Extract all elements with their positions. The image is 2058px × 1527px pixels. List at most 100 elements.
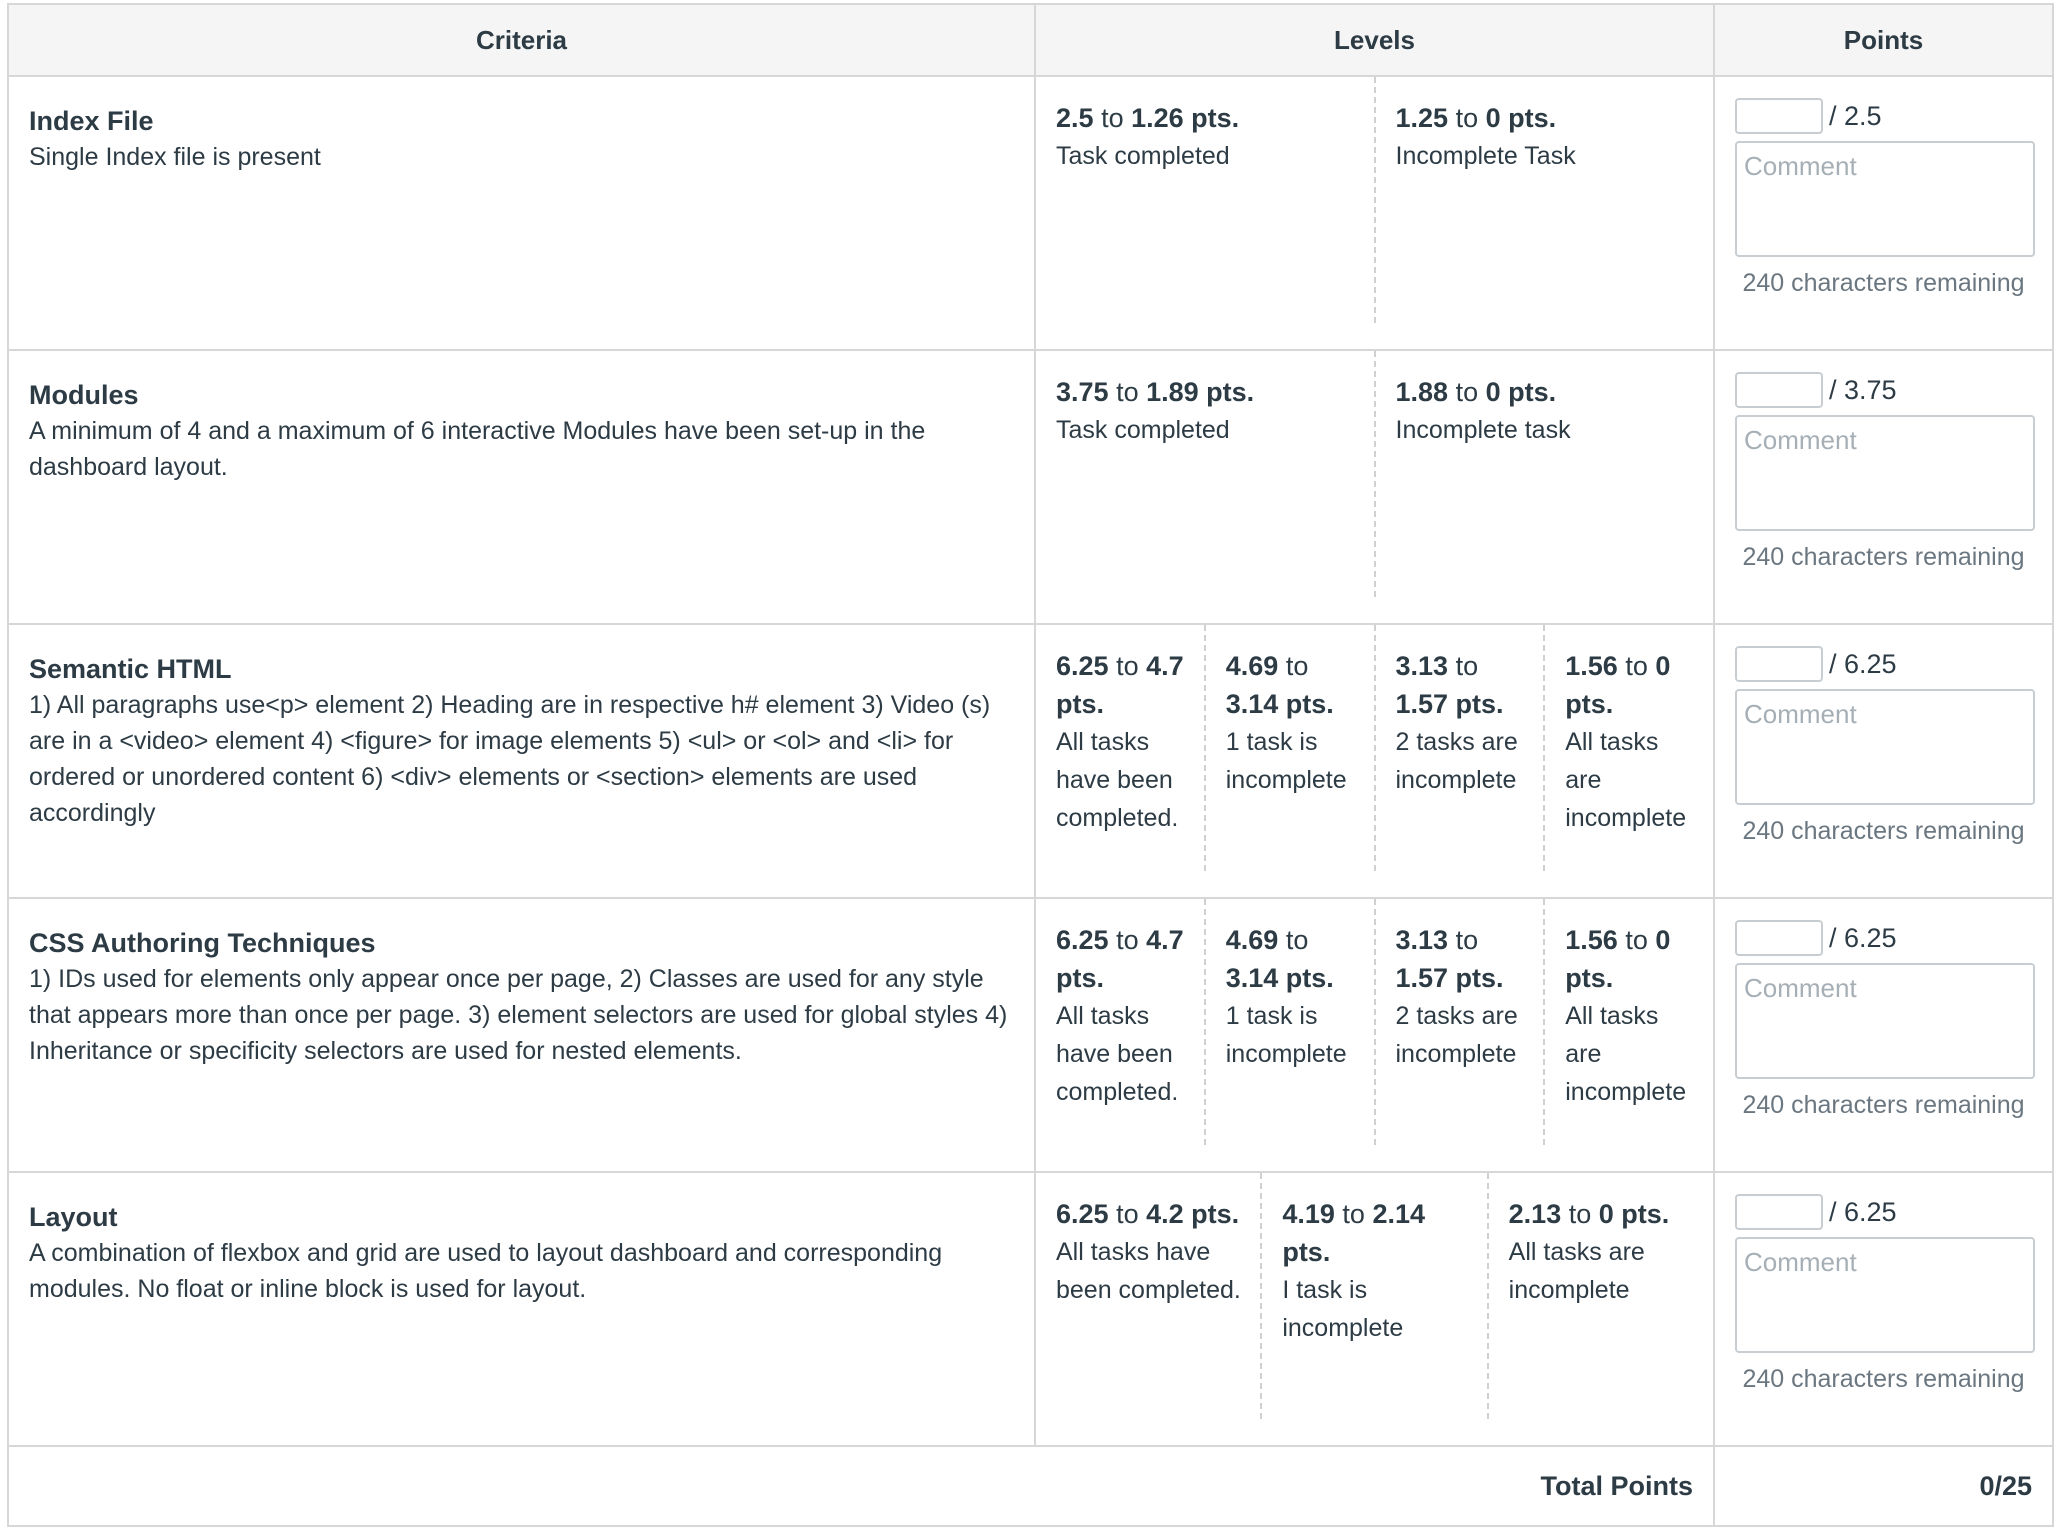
score-max-label: / 3.75 <box>1829 374 1897 405</box>
level-points-range: 3.13 to 1.57 pts. <box>1396 647 1532 723</box>
levels-cell: 6.25 to 4.2 pts. All tasks have been comp… <box>1034 1171 1715 1447</box>
points-header: Points <box>1713 3 2054 77</box>
level-points-to-word: to <box>1285 651 1309 681</box>
criterion-name: Index File <box>29 106 154 136</box>
criteria-header: Criteria <box>7 3 1036 77</box>
level-rating[interactable]: 6.25 to 4.2 pts. All tasks have been comp… <box>1036 1173 1260 1419</box>
level-description: Task completed <box>1056 416 1230 444</box>
score-input[interactable] <box>1735 372 1823 408</box>
level-description: Incomplete task <box>1395 416 1571 444</box>
criterion-row: Index File Single Index file is present 2.… <box>7 75 2054 351</box>
level-points-from: 1.88 <box>1395 377 1449 407</box>
level-description: 2 tasks are incomplete <box>1395 1002 1518 1068</box>
level-points-range: 2.5 to 1.26 pts. <box>1056 99 1362 137</box>
level-points-from: 1.56 <box>1565 925 1618 955</box>
level-points-range: 1.88 to 0 pts. <box>1396 373 1702 411</box>
score-row: / 2.5 <box>1735 95 2032 137</box>
level-points-from: 3.13 <box>1395 651 1449 681</box>
level-points-from: 4.69 <box>1225 651 1279 681</box>
footer-clipped-text <box>2016 1406 2022 1416</box>
level-points-to: 0 pts. <box>1485 377 1557 407</box>
level-points-from: 4.69 <box>1225 925 1279 955</box>
score-input[interactable] <box>1735 1194 1823 1230</box>
comment-textarea[interactable] <box>1735 963 2035 1079</box>
criterion-name: Semantic HTML <box>29 654 232 684</box>
score-input[interactable] <box>1735 98 1823 134</box>
characters-remaining: 240 characters remaining <box>1742 543 2025 571</box>
score-row: / 6.25 <box>1735 1191 2032 1233</box>
comment-textarea[interactable] <box>1735 415 2035 531</box>
criterion-description: A minimum of 4 and a maximum of 6 intera… <box>29 417 926 481</box>
comment-textarea[interactable] <box>1735 1237 2035 1353</box>
characters-remaining: 240 characters remaining <box>1742 269 2025 297</box>
criterion-cell: Index File Single Index file is present <box>7 75 1036 351</box>
criterion-cell: Layout A combination of flexbox and grid … <box>7 1171 1036 1447</box>
score-max-label: / 2.5 <box>1829 100 1882 131</box>
level-points-to: 0 pts. <box>1485 103 1557 133</box>
total-points-value: 0/25 <box>1713 1445 2054 1527</box>
level-rating[interactable]: 2.13 to 0 pts. All tasks are incomplete <box>1486 1173 1713 1419</box>
level-points-to: 1.57 pts. <box>1395 689 1504 719</box>
level-ratings: 6.25 to 4.7 pts. All tasks have been comp… <box>1036 625 1713 871</box>
level-points-range: 3.75 to 1.89 pts. <box>1056 373 1362 411</box>
level-points-to-word: to <box>1455 103 1479 133</box>
criterion-name: Layout <box>29 1202 118 1232</box>
level-rating[interactable]: 3.13 to 1.57 pts. 2 tasks are incomplete <box>1373 625 1544 871</box>
score-input[interactable] <box>1735 646 1823 682</box>
comment-textarea[interactable] <box>1735 689 2035 805</box>
total-points-row: Total Points 0/25 <box>7 1445 2054 1527</box>
level-points-from: 1.56 <box>1565 651 1618 681</box>
comment-textarea[interactable] <box>1735 141 2035 257</box>
characters-remaining: 240 characters remaining <box>1742 1091 2025 1119</box>
level-rating[interactable]: 6.25 to 4.7 pts. All tasks have been comp… <box>1036 625 1204 871</box>
criterion-row: Layout A combination of flexbox and grid … <box>7 1171 2054 1447</box>
level-points-from: 1.25 <box>1395 103 1449 133</box>
level-rating[interactable]: 1.56 to 0 pts. All tasks are incomplete <box>1543 625 1713 871</box>
level-rating[interactable]: 1.25 to 0 pts. Incomplete Task <box>1373 77 1714 323</box>
level-points-to: 1.89 pts. <box>1146 377 1255 407</box>
level-description: I task is incomplete <box>1282 1276 1404 1342</box>
criterion-cell: Semantic HTML 1) All paragraphs use<p> el… <box>7 623 1036 899</box>
characters-remaining: 240 characters remaining <box>1742 1365 2025 1393</box>
level-rating[interactable]: 3.75 to 1.89 pts. Task completed <box>1036 351 1374 597</box>
criterion-description: Single Index file is present <box>29 143 321 171</box>
score-input[interactable] <box>1735 920 1823 956</box>
level-points-to: 4.2 pts. <box>1146 1199 1240 1229</box>
level-rating[interactable]: 4.19 to 2.14 pts. I task is incomplete <box>1260 1173 1486 1419</box>
level-rating[interactable]: 4.69 to 3.14 pts. 1 task is incomplete <box>1203 899 1374 1145</box>
points-cell: / 6.25 240 characters remaining <box>1713 897 2054 1173</box>
level-ratings: 6.25 to 4.2 pts. All tasks have been comp… <box>1036 1173 1713 1419</box>
level-points-to: 0 pts. <box>1598 1199 1670 1229</box>
levels-cell: 2.5 to 1.26 pts. Task completed 1.25 to 0 … <box>1034 75 1715 351</box>
level-points-to-word: to <box>1116 1199 1139 1229</box>
level-rating[interactable]: 3.13 to 1.57 pts. 2 tasks are incomplete <box>1373 899 1544 1145</box>
level-rating[interactable]: 1.56 to 0 pts. All tasks are incomplete <box>1543 899 1713 1145</box>
level-rating[interactable]: 4.69 to 3.14 pts. 1 task is incomplete <box>1203 625 1374 871</box>
level-points-to-word: to <box>1116 925 1139 955</box>
level-points-to-word: to <box>1116 651 1139 681</box>
level-ratings: 2.5 to 1.26 pts. Task completed 1.25 to 0 … <box>1036 77 1713 323</box>
level-description: 2 tasks are incomplete <box>1395 728 1518 794</box>
level-points-to-word: to <box>1625 925 1648 955</box>
level-points-to-word: to <box>1455 377 1479 407</box>
criterion-description: A combination of flexbox and grid are us… <box>29 1239 943 1303</box>
rubric-table: Criteria Levels Points Index File Single … <box>7 3 2054 1527</box>
points-cell: / 3.75 240 characters remaining <box>1713 349 2054 625</box>
level-points-to-word: to <box>1285 925 1309 955</box>
points-cell: / 6.25 240 characters remaining <box>1713 623 2054 899</box>
level-points-from: 3.13 <box>1395 925 1449 955</box>
level-description: 1 task is incomplete <box>1225 1002 1347 1068</box>
level-description: All tasks are incomplete <box>1565 1002 1687 1106</box>
level-points-range: 6.25 to 4.2 pts. <box>1056 1195 1248 1233</box>
level-rating[interactable]: 6.25 to 4.7 pts. All tasks have been comp… <box>1036 899 1204 1145</box>
level-rating[interactable]: 1.88 to 0 pts. Incomplete task <box>1373 351 1714 597</box>
level-points-from: 2.13 <box>1508 1199 1562 1229</box>
level-points-from: 4.19 <box>1282 1199 1335 1229</box>
criterion-name: Modules <box>29 380 139 410</box>
score-row: / 3.75 <box>1735 369 2032 411</box>
level-rating[interactable]: 2.5 to 1.26 pts. Task completed <box>1036 77 1374 323</box>
level-description: Task completed <box>1056 142 1230 170</box>
level-points-from: 3.75 <box>1056 377 1109 407</box>
score-max-label: / 6.25 <box>1829 648 1897 679</box>
criterion-description: 1) IDs used for elements only appear onc… <box>29 965 1008 1065</box>
